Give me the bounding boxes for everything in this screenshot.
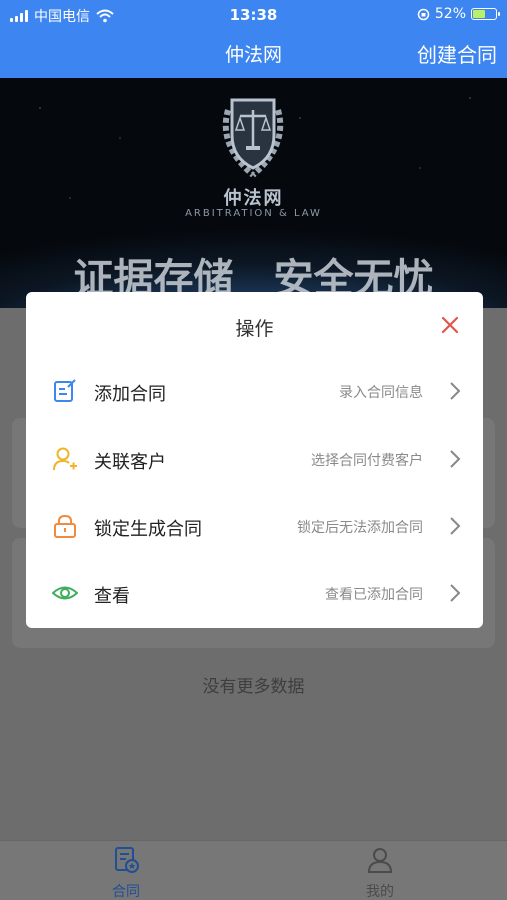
- banner-brand-en: ARBITRATION & LAW: [185, 208, 322, 219]
- op-name: 关联客户: [94, 452, 166, 473]
- user-icon: [367, 848, 393, 873]
- op-desc: 锁定后无法添加合同: [297, 520, 423, 536]
- op-name: 锁定生成合同: [94, 519, 202, 540]
- tab-bar: 合同 我的: [0, 840, 507, 900]
- tab-mine-label: 我的: [366, 884, 394, 900]
- contract-icon: [115, 847, 139, 873]
- status-right: 52%: [417, 6, 500, 22]
- nav-bar: 仲法网 创建合同: [0, 30, 507, 78]
- tab-contract-label: 合同: [112, 884, 140, 900]
- no-more-data-text: 没有更多数据: [202, 677, 305, 697]
- battery-percent: 52%: [434, 6, 466, 22]
- battery-icon: [471, 8, 500, 20]
- user-add-icon: [53, 447, 77, 471]
- dialog-title: 操作: [235, 318, 274, 340]
- scales-logo-icon: [222, 98, 284, 178]
- orientation-lock-icon: [417, 8, 430, 20]
- lock-generate-row[interactable]: 锁定生成合同 锁定后无法添加合同: [26, 493, 483, 560]
- op-name: 查看: [94, 586, 130, 607]
- op-desc: 查看已添加合同: [325, 587, 423, 603]
- op-desc: 录入合同信息: [339, 385, 423, 401]
- chevron-right-icon: [450, 450, 461, 468]
- close-icon[interactable]: [439, 314, 461, 336]
- lock-icon: [54, 514, 76, 538]
- chevron-right-icon: [450, 382, 461, 400]
- tab-contract[interactable]: 合同: [86, 845, 166, 900]
- create-contract-button[interactable]: 创建合同: [417, 39, 497, 68]
- link-customer-row[interactable]: 关联客户 选择合同付费客户: [26, 426, 483, 493]
- op-name: 添加合同: [94, 384, 166, 405]
- edit-document-icon: [54, 379, 76, 402]
- tab-mine[interactable]: 我的: [340, 845, 420, 900]
- banner-brand: 仲法网: [223, 188, 284, 209]
- operations-dialog: 操作 添加合同 录入合同信息 关联客户 选择合同付费客户 锁定生成合同 锁定后无…: [26, 292, 483, 628]
- op-desc: 选择合同付费客户: [311, 453, 423, 469]
- add-contract-row[interactable]: 添加合同 录入合同信息: [26, 358, 483, 425]
- status-bar: 中国电信 13:38 52%: [0, 0, 507, 30]
- banner: 仲法网 ARBITRATION & LAW 证据存储 安全无忧: [0, 78, 507, 308]
- eye-icon: [52, 586, 78, 600]
- chevron-right-icon: [450, 517, 461, 535]
- chevron-right-icon: [450, 584, 461, 602]
- view-row[interactable]: 查看 查看已添加合同: [26, 560, 483, 627]
